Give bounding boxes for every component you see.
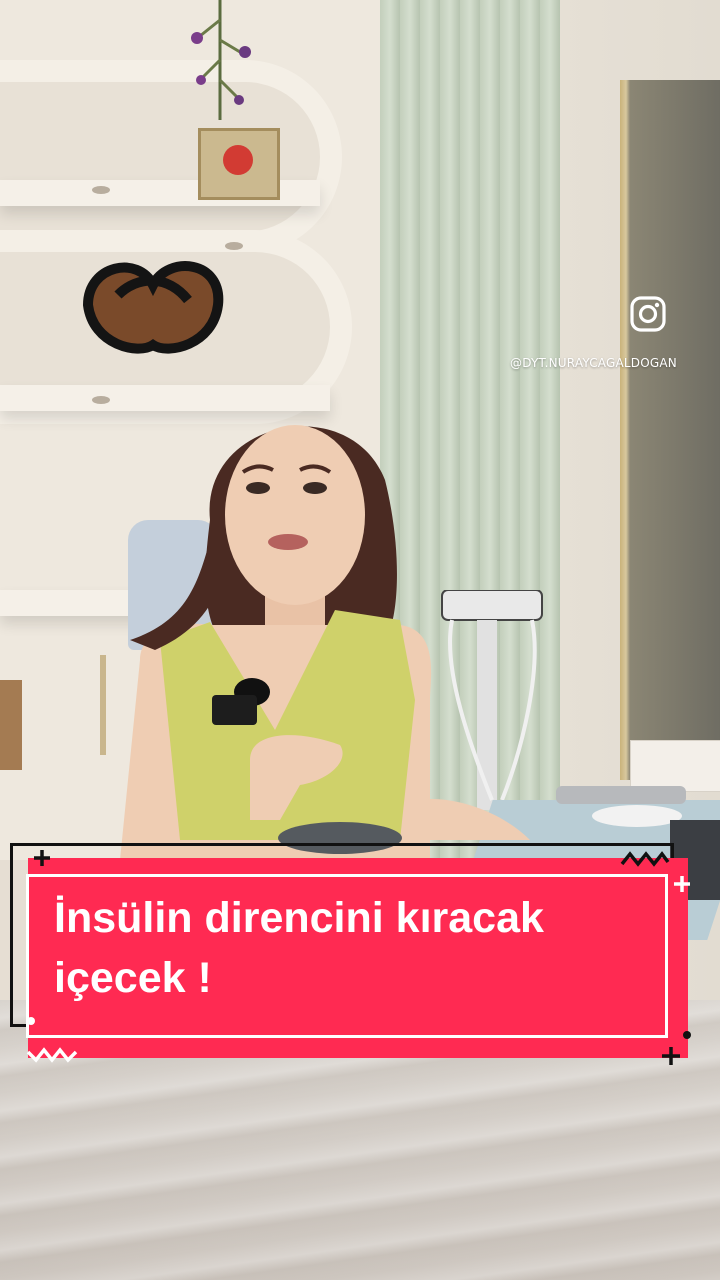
computer-mouse bbox=[592, 805, 682, 827]
zigzag-icon bbox=[26, 1047, 78, 1063]
caption-text: İnsülin direncini kıracak içecek ! bbox=[54, 888, 664, 1008]
dot-icon bbox=[27, 1017, 35, 1025]
wooden-sculpture bbox=[82, 261, 224, 354]
glass-door bbox=[620, 80, 720, 780]
video-frame: @DYT.NURAYCAGALDOGAN İnsülin direncini k… bbox=[0, 0, 720, 1280]
presenter-person bbox=[120, 425, 530, 860]
ceiling-spotlight bbox=[92, 186, 110, 194]
shelf-curve-top bbox=[0, 60, 342, 254]
dot-icon bbox=[683, 1031, 691, 1039]
plus-icon bbox=[662, 1047, 680, 1065]
instagram-icon bbox=[630, 296, 666, 332]
caption-line-2: içecek ! bbox=[54, 954, 212, 1002]
caption-line-1: İnsülin direncini kıracak bbox=[54, 894, 544, 942]
plus-icon bbox=[674, 876, 690, 892]
notebook bbox=[630, 740, 720, 792]
plant-decoration bbox=[191, 0, 251, 120]
zigzag-icon bbox=[620, 851, 670, 867]
instagram-handle: @DYT.NURAYCAGALDOGAN bbox=[510, 356, 677, 370]
shelf-book bbox=[0, 680, 22, 770]
plus-icon bbox=[34, 850, 50, 866]
picture-frame bbox=[198, 128, 280, 200]
smartphone bbox=[556, 786, 686, 804]
